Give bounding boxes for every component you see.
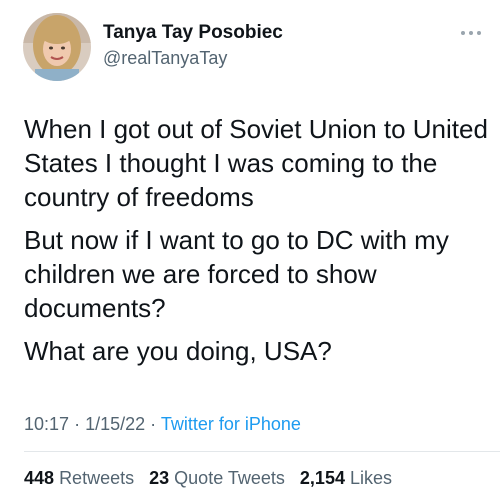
quote-tweets-label: Quote Tweets [174,468,285,488]
likes-stat[interactable]: 2,154 Likes [300,468,392,488]
divider [24,451,500,452]
avatar[interactable] [23,13,91,81]
tweet-card: Tanya Tay Posobiec @realTanyaTay When I … [0,0,500,500]
tweet-source-link[interactable]: Twitter for iPhone [161,414,301,434]
tweet-time[interactable]: 10:17 [24,414,69,434]
meta-separator: · [150,414,157,434]
tweet-paragraph: But now if I want to go to DC with my ch… [24,225,449,323]
likes-label: Likes [349,468,393,488]
meta-separator: · [74,414,81,434]
retweets-stat[interactable]: 448 Retweets [24,468,134,488]
retweets-label: Retweets [59,468,135,488]
tweet-paragraph: What are you doing, USA? [24,336,332,366]
author-handle[interactable]: @realTanyaTay [103,48,227,69]
quote-tweets-stat[interactable]: 23 Quote Tweets [149,468,285,488]
ellipsis-icon[interactable] [458,26,484,40]
tweet-paragraph: When I got out of Soviet Union to United… [24,114,488,212]
tweet-stats: 448 Retweets 23 Quote Tweets 2,154 Likes [24,468,392,489]
retweets-count: 448 [24,468,55,488]
tweet-date[interactable]: 1/15/22 [85,414,145,434]
tweet-text: When I got out of Soviet Union to United… [24,112,490,377]
likes-count: 2,154 [299,468,345,488]
profile-photo-icon [23,13,91,81]
author-display-name[interactable]: Tanya Tay Posobiec [103,22,283,44]
tweet-meta: 10:17 · 1/15/22 · Twitter for iPhone [24,414,301,435]
quote-tweets-count: 23 [149,468,170,488]
